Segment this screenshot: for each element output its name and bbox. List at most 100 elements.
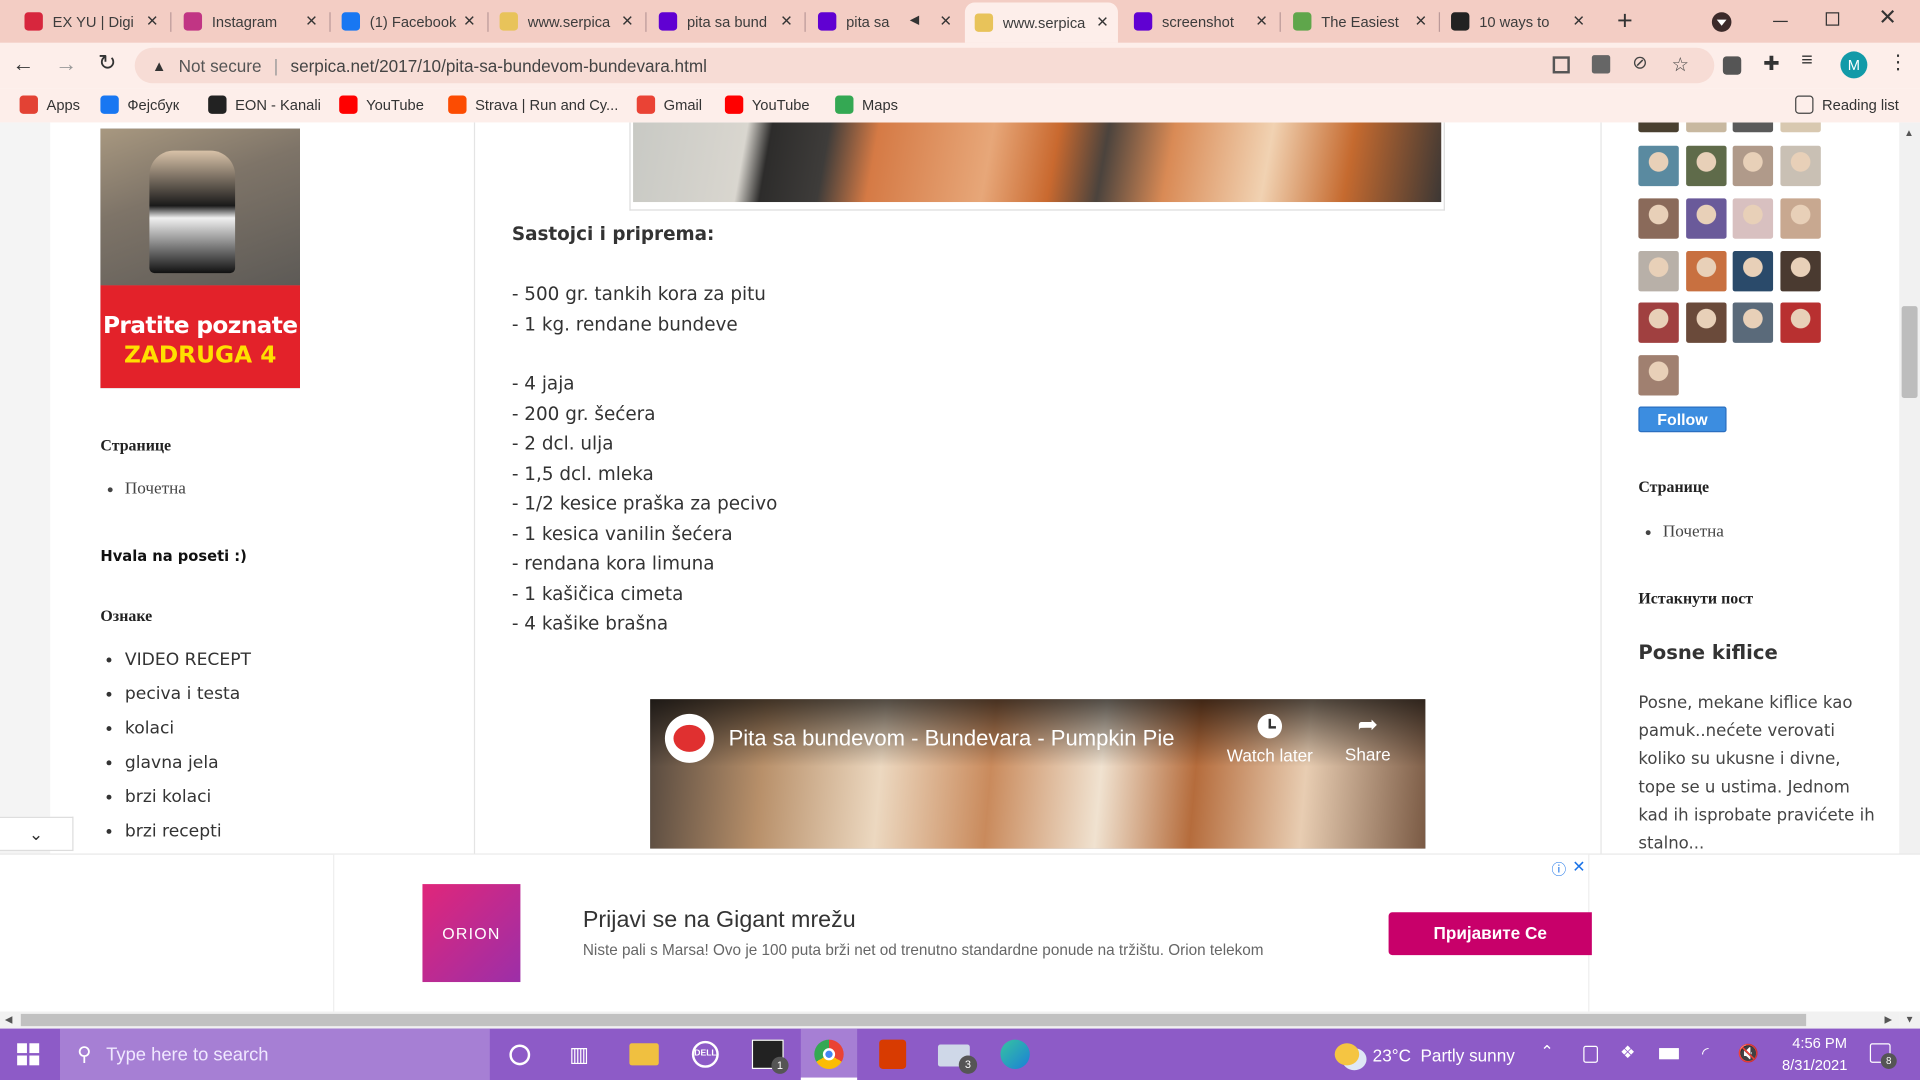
page-link[interactable]: Почетна	[1663, 523, 1724, 543]
close-tab-icon[interactable]: ×	[1097, 12, 1108, 34]
extension-icon[interactable]	[1722, 56, 1742, 75]
bookmark-item[interactable]: YouTube	[339, 95, 424, 114]
ad-cta-button[interactable]: Пријавите Се	[1388, 912, 1592, 956]
tab-search-icon[interactable]	[1711, 12, 1732, 32]
scroll-left-arrow[interactable]: ◀	[5, 1014, 13, 1025]
chrome-icon[interactable]	[800, 1028, 858, 1080]
scrollbar-thumb[interactable]	[1901, 306, 1918, 398]
follower-avatar[interactable]	[1780, 122, 1821, 133]
edge-icon[interactable]	[1000, 1039, 1030, 1069]
browser-tab[interactable]: (1) Facebook ×	[332, 5, 485, 38]
taskbar-search[interactable]: ⚲ Type here to search	[60, 1028, 490, 1080]
clock-time[interactable]: 4:56 PM	[1785, 1035, 1854, 1052]
bookmark-item[interactable]: EON - Kanali	[208, 95, 321, 114]
task-view-icon[interactable]: ▥	[569, 1043, 589, 1067]
collapse-chevron[interactable]: ⌄	[0, 816, 74, 852]
back-icon[interactable]: ←	[12, 51, 34, 77]
tray-chevron-icon[interactable]: ⌃	[1540, 1042, 1553, 1062]
video-title[interactable]: Pita sa bundevom - Bundevara - Pumpkin P…	[729, 726, 1175, 752]
hscroll-thumb[interactable]	[20, 1013, 1807, 1027]
browser-tab[interactable]: screenshot ×	[1124, 5, 1277, 38]
follower-avatar[interactable]	[1638, 355, 1679, 396]
profile-avatar[interactable]: M	[1840, 51, 1868, 79]
follower-avatar[interactable]	[1686, 302, 1727, 343]
follow-button[interactable]: Follow	[1638, 406, 1727, 433]
tray-app-icon[interactable]	[1583, 1045, 1598, 1063]
clock-date[interactable]: 8/31/2021	[1776, 1057, 1854, 1074]
close-tab-icon[interactable]: ×	[940, 10, 951, 32]
watch-later-button[interactable]: Watch later	[1223, 713, 1316, 765]
label-link[interactable]: brzi recepti	[125, 822, 251, 856]
bookmark-item[interactable]: Maps	[835, 95, 898, 114]
orion-logo[interactable]: ORION	[422, 884, 521, 983]
follower-avatar[interactable]	[1780, 302, 1821, 343]
reading-list-button[interactable]: Reading list	[1795, 95, 1899, 114]
dell-icon[interactable]: DELL	[691, 1040, 719, 1068]
browser-tab[interactable]: The Easiest ×	[1283, 5, 1436, 38]
close-tab-icon[interactable]: ×	[464, 10, 475, 32]
horizontal-scrollbar[interactable]: ◀ ▶	[0, 1011, 1900, 1029]
close-tab-icon[interactable]: ×	[622, 10, 633, 32]
close-tab-icon[interactable]: ×	[781, 10, 792, 32]
bookmark-item[interactable]: Strava | Run and Cy...	[448, 95, 618, 114]
menu-icon[interactable]: ⋮	[1888, 50, 1908, 74]
office-icon[interactable]	[879, 1039, 907, 1069]
ad-title[interactable]: Prijavi se na Gigant mrežu	[583, 907, 856, 934]
browser-tab[interactable]: www.serpica ×	[964, 2, 1118, 43]
restore-icon[interactable]	[1825, 12, 1840, 26]
follower-avatar[interactable]	[1732, 122, 1774, 133]
browser-tab[interactable]: 10 ways to ×	[1441, 5, 1594, 38]
mail-icon[interactable]: 3	[937, 1044, 978, 1074]
follower-avatar[interactable]	[1780, 145, 1821, 187]
ad-info-icon[interactable]: ⓘ	[1551, 858, 1566, 879]
follower-avatar[interactable]	[1686, 251, 1727, 292]
close-tab-icon[interactable]: ×	[1573, 10, 1584, 32]
follower-avatar[interactable]	[1780, 198, 1821, 239]
follower-avatar[interactable]	[1686, 198, 1727, 239]
scroll-up-arrow[interactable]: ▲	[1904, 127, 1914, 138]
close-tab-icon[interactable]: ×	[1415, 10, 1426, 32]
start-button[interactable]	[17, 1043, 40, 1066]
follower-avatar[interactable]	[1638, 122, 1679, 133]
bookmark-item[interactable]: Apps	[19, 95, 80, 114]
label-link[interactable]: glavna jela	[125, 753, 251, 787]
channel-logo[interactable]	[664, 713, 714, 763]
new-tab-button[interactable]: +	[1611, 5, 1638, 37]
volume-icon[interactable]: 🔇	[1738, 1043, 1759, 1064]
minimize-icon[interactable]	[1773, 20, 1788, 23]
bookmark-star-icon[interactable]: ☆	[1671, 53, 1689, 77]
scroll-right-arrow[interactable]: ▶	[1885, 1014, 1893, 1025]
follower-avatar[interactable]	[1686, 122, 1727, 133]
dropbox-icon[interactable]: ❖	[1620, 1042, 1635, 1063]
tab-audio-icon[interactable]: ◀	[910, 13, 919, 26]
follower-avatar[interactable]	[1732, 198, 1774, 239]
scroll-down-arrow[interactable]: ▼	[1899, 1011, 1920, 1029]
media-control-icon[interactable]: ≡	[1801, 50, 1812, 72]
weather-text[interactable]: 23°C Partly sunny	[1373, 1046, 1515, 1066]
bookmark-item[interactable]: Gmail	[636, 95, 702, 114]
puzzle-icon[interactable]: ✚	[1763, 51, 1779, 75]
wifi-icon[interactable]: ◜	[1702, 1043, 1709, 1064]
battery-icon[interactable]	[1659, 1048, 1679, 1060]
terminal-app-icon[interactable]: 1	[751, 1039, 789, 1074]
zadruga-banner[interactable]: Pratite poznate ZADRUGA 4	[100, 128, 301, 389]
browser-tab[interactable]: Instagram ×	[174, 5, 327, 38]
follower-avatar[interactable]	[1780, 251, 1821, 292]
browser-tab[interactable]: pita sa bund ×	[649, 5, 802, 38]
follower-avatar[interactable]	[1732, 145, 1774, 187]
browser-tab[interactable]: EX YU | Digi ×	[15, 5, 168, 38]
weather-icon[interactable]	[1334, 1043, 1360, 1066]
video-player[interactable]: Pita sa bundevom - Bundevara - Pumpkin P…	[650, 699, 1426, 849]
tracking-off-icon[interactable]: ⊘	[1632, 51, 1647, 74]
close-tab-icon[interactable]: ×	[1256, 10, 1267, 32]
share-button[interactable]: ➦ Share	[1336, 711, 1400, 764]
close-tab-icon[interactable]: ×	[306, 10, 317, 32]
follower-avatar[interactable]	[1638, 145, 1679, 187]
bookmark-item[interactable]: Фејсбук	[100, 95, 179, 114]
bookmark-item[interactable]: YouTube	[724, 95, 810, 114]
browser-tab[interactable]: pita sa ×	[808, 5, 961, 38]
translate-icon[interactable]	[1591, 55, 1611, 74]
url-text[interactable]: serpica.net/2017/10/pita-sa-bundevom-bun…	[290, 56, 706, 76]
label-link[interactable]: kolaci	[125, 719, 251, 753]
follower-avatar[interactable]	[1638, 198, 1679, 239]
